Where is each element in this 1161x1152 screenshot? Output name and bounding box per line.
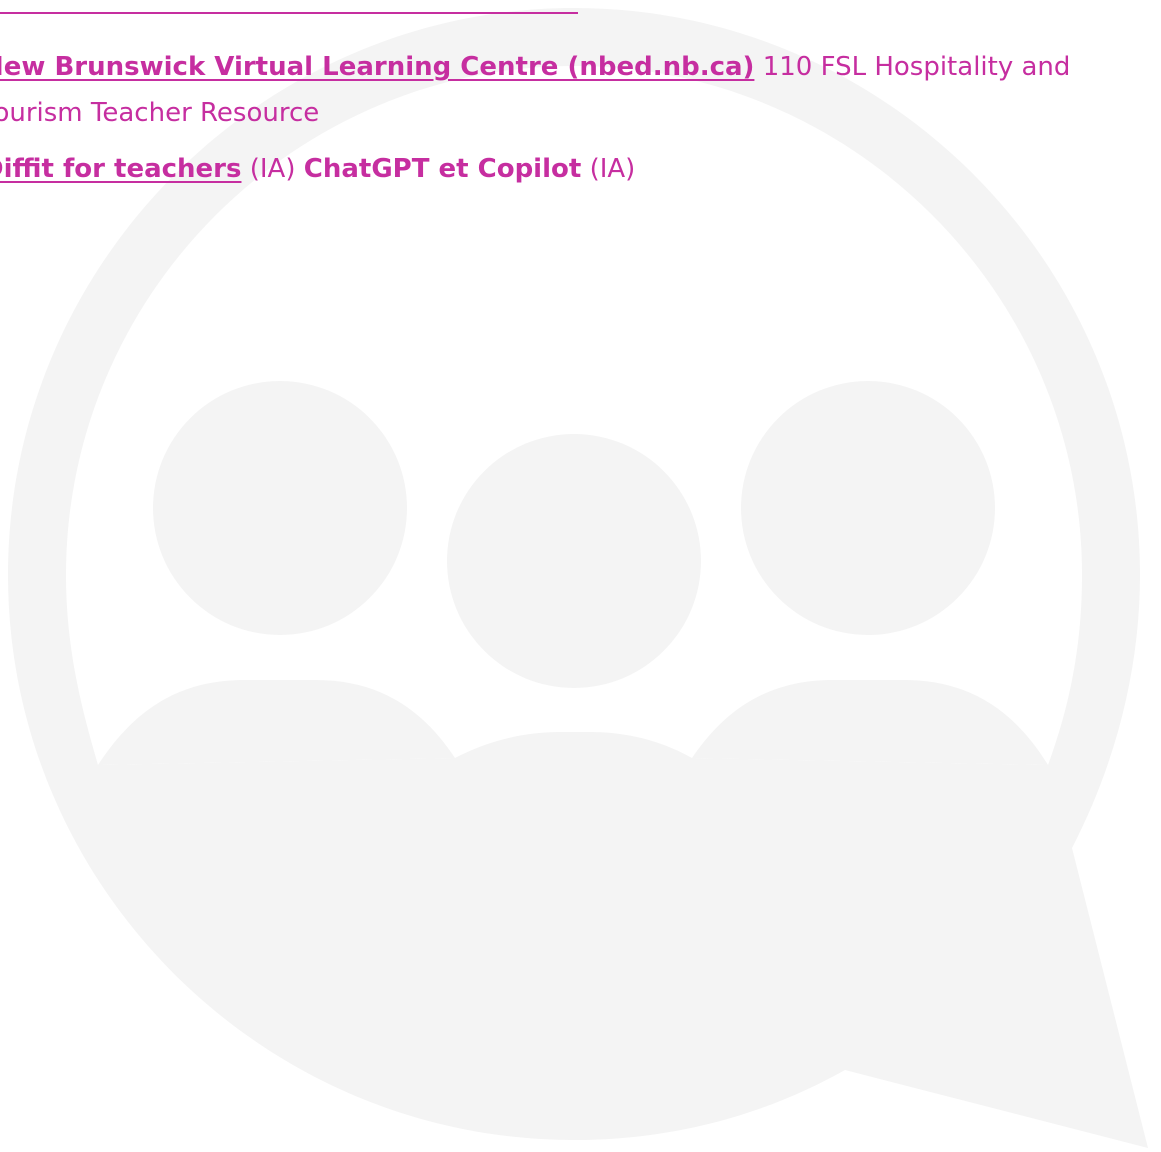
chatgpt-copilot-label: ChatGPT et Copilot xyxy=(303,154,582,184)
resource-item-ai-tools: Diffit for teachers (IA) ChatGPT et Copi… xyxy=(0,146,1161,192)
chatgpt-tag: (IA) xyxy=(589,154,636,184)
resource-list: New Brunswick Virtual Learning Centre (n… xyxy=(0,44,1161,202)
section-divider xyxy=(0,0,578,14)
diffit-link[interactable]: Diffit for teachers xyxy=(0,154,241,184)
diffit-tag: (IA) xyxy=(249,154,296,184)
nbvlc-link[interactable]: New Brunswick Virtual Learning Centre (n… xyxy=(0,52,754,82)
person-head-center xyxy=(447,434,701,688)
person-head-right xyxy=(741,381,995,635)
person-head-left xyxy=(153,381,407,635)
page: New Brunswick Virtual Learning Centre (n… xyxy=(0,0,1161,1152)
resource-item-nbvlc: New Brunswick Virtual Learning Centre (n… xyxy=(0,44,1161,136)
